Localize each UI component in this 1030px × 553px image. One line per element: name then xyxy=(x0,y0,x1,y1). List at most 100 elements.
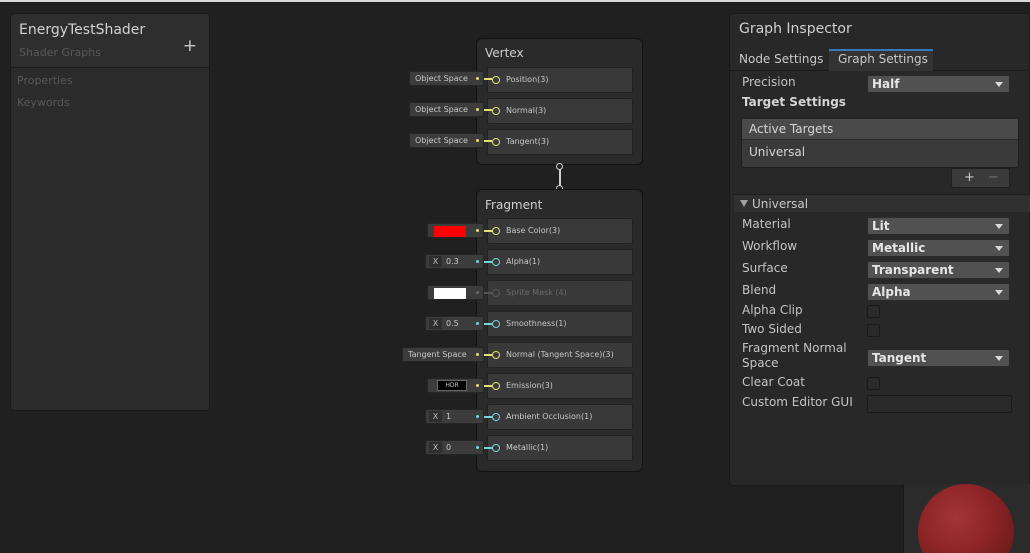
alpha-x-label: X xyxy=(429,256,442,267)
ambient-occlusion-input[interactable]: X1 xyxy=(425,409,484,424)
two-sided-checkbox[interactable] xyxy=(867,324,880,337)
fragment-normal-space-dropdown[interactable]: Tangent xyxy=(867,349,1010,367)
base-color-swatch[interactable] xyxy=(434,226,466,237)
position-port[interactable] xyxy=(492,76,500,84)
emission-hdr-swatch[interactable]: HDR xyxy=(437,380,467,391)
workflow-label: Workflow xyxy=(742,239,798,253)
tangent-space-input[interactable]: Object Space xyxy=(409,133,484,148)
alpha-value[interactable]: 0.3 xyxy=(446,255,459,268)
custom-editor-gui-field[interactable] xyxy=(867,395,1012,413)
sprite-mask-slot[interactable]: Sprite Mask (4) xyxy=(487,280,633,306)
alpha-clip-label: Alpha Clip xyxy=(742,303,803,317)
main-preview-panel[interactable] xyxy=(903,484,1030,553)
base-color-slot[interactable]: Base Color(3) xyxy=(487,218,633,244)
base-color-port[interactable] xyxy=(492,227,500,235)
normal-ts-label: Normal (Tangent Space)(3) xyxy=(506,350,614,359)
metallic-value[interactable]: 0 xyxy=(446,441,451,454)
normal-ts-port[interactable] xyxy=(492,351,500,359)
tangent-space-text: Object Space xyxy=(415,136,468,145)
alpha-input-dot xyxy=(476,260,479,263)
alpha-input[interactable]: X 0.3 xyxy=(425,254,484,269)
metallic-x-label: X xyxy=(429,442,442,453)
graph-inspector-panel: Graph Inspector Node Settings Graph Sett… xyxy=(729,13,1030,486)
emission-input-dot xyxy=(476,384,479,387)
blackboard-subtitle: Shader Graphs xyxy=(19,46,101,59)
material-value: Lit xyxy=(872,219,890,233)
ambient-occlusion-slot[interactable]: Ambient Occlusion(1) xyxy=(487,404,633,430)
keywords-section[interactable]: Keywords xyxy=(17,94,209,112)
add-target-icon[interactable]: + xyxy=(964,170,975,185)
ambient-occlusion-value[interactable]: 1 xyxy=(446,410,451,423)
clear-coat-checkbox[interactable] xyxy=(867,377,880,390)
emission-input[interactable]: HDR xyxy=(427,378,484,393)
smoothness-value[interactable]: 0.5 xyxy=(446,317,459,330)
base-color-label: Base Color(3) xyxy=(506,226,561,235)
metallic-input[interactable]: X0 xyxy=(425,440,484,455)
universal-section-header[interactable]: Universal xyxy=(734,194,1030,212)
tab-node-settings[interactable]: Node Settings xyxy=(730,49,829,71)
sprite-mask-port[interactable] xyxy=(492,289,500,297)
smoothness-input-dot xyxy=(476,322,479,325)
universal-section-label: Universal xyxy=(752,197,809,211)
smoothness-wire xyxy=(484,323,492,325)
smoothness-input[interactable]: X 0.5 xyxy=(425,316,484,331)
material-label: Material xyxy=(742,217,791,231)
position-space-input[interactable]: Object Space xyxy=(409,71,484,86)
connector-top-dot xyxy=(556,163,563,170)
smoothness-slot[interactable]: Smoothness(1) xyxy=(487,311,633,337)
normal-space-input[interactable]: Object Space xyxy=(409,102,484,117)
tangent-wire xyxy=(484,140,492,142)
active-target-item[interactable]: Universal xyxy=(742,140,1018,159)
normal-ts-slot[interactable]: Normal (Tangent Space)(3) xyxy=(487,342,633,368)
normal-ts-input-dot xyxy=(476,353,479,356)
normal-slot[interactable]: Normal(3) xyxy=(487,98,633,124)
alpha-port[interactable] xyxy=(492,258,500,266)
tab-graph-settings[interactable]: Graph Settings xyxy=(829,49,933,71)
position-slot[interactable]: Position(3) xyxy=(487,67,633,93)
precision-dropdown[interactable]: Half xyxy=(867,75,1010,93)
chevron-down-icon xyxy=(995,268,1003,273)
emission-slot[interactable]: Emission(3) xyxy=(487,373,633,399)
chevron-down-icon xyxy=(995,290,1003,295)
metallic-label: Metallic(1) xyxy=(506,443,549,452)
material-dropdown[interactable]: Lit xyxy=(867,217,1010,235)
clear-coat-label: Clear Coat xyxy=(742,375,805,389)
sprite-mask-swatch[interactable] xyxy=(434,288,466,299)
smoothness-port[interactable] xyxy=(492,320,500,328)
position-label: Position(3) xyxy=(506,75,549,84)
metallic-port[interactable] xyxy=(492,444,500,452)
remove-target-icon[interactable]: − xyxy=(988,170,999,185)
normal-space-text: Object Space xyxy=(415,105,468,114)
normal-port[interactable] xyxy=(492,107,500,115)
ambient-occlusion-port[interactable] xyxy=(492,413,500,421)
emission-label: Emission(3) xyxy=(506,381,553,390)
position-space-text: Object Space xyxy=(415,74,468,83)
properties-section[interactable]: Properties xyxy=(17,72,209,90)
blackboard-title: EnergyTestShader xyxy=(19,22,146,38)
alpha-clip-checkbox[interactable] xyxy=(867,305,880,318)
tangent-slot[interactable]: Tangent(3) xyxy=(487,129,633,155)
normal-ts-space-text: Tangent Space xyxy=(408,350,467,359)
alpha-slot[interactable]: Alpha(1) xyxy=(487,249,633,275)
chevron-down-icon xyxy=(995,246,1003,251)
blackboard-header: EnergyTestShader Shader Graphs + xyxy=(11,14,209,68)
metallic-input-dot xyxy=(476,446,479,449)
sprite-mask-input[interactable] xyxy=(427,285,484,300)
normal-ts-space-input[interactable]: Tangent Space xyxy=(402,347,484,362)
emission-port[interactable] xyxy=(492,382,500,390)
tangent-port[interactable] xyxy=(492,138,500,146)
workflow-dropdown[interactable]: Metallic xyxy=(867,239,1010,257)
blackboard-panel: EnergyTestShader Shader Graphs + Propert… xyxy=(10,13,210,411)
surface-value: Transparent xyxy=(872,263,954,277)
active-targets-list: Active Targets Universal xyxy=(741,118,1019,168)
vertex-node[interactable]: Vertex Position(3) Normal(3) Tangent(3) xyxy=(476,38,643,165)
surface-dropdown[interactable]: Transparent xyxy=(867,261,1010,279)
metallic-slot[interactable]: Metallic(1) xyxy=(487,435,633,461)
inspector-title: Graph Inspector xyxy=(739,21,852,37)
fragment-node[interactable]: Fragment Base Color(3) Alpha(1) Sprite M… xyxy=(476,189,643,472)
blend-dropdown[interactable]: Alpha xyxy=(867,283,1010,301)
base-color-input[interactable] xyxy=(427,223,484,238)
add-property-icon[interactable]: + xyxy=(183,38,197,55)
fragment-normal-space-value: Tangent xyxy=(872,351,927,365)
precision-value: Half xyxy=(872,77,900,91)
